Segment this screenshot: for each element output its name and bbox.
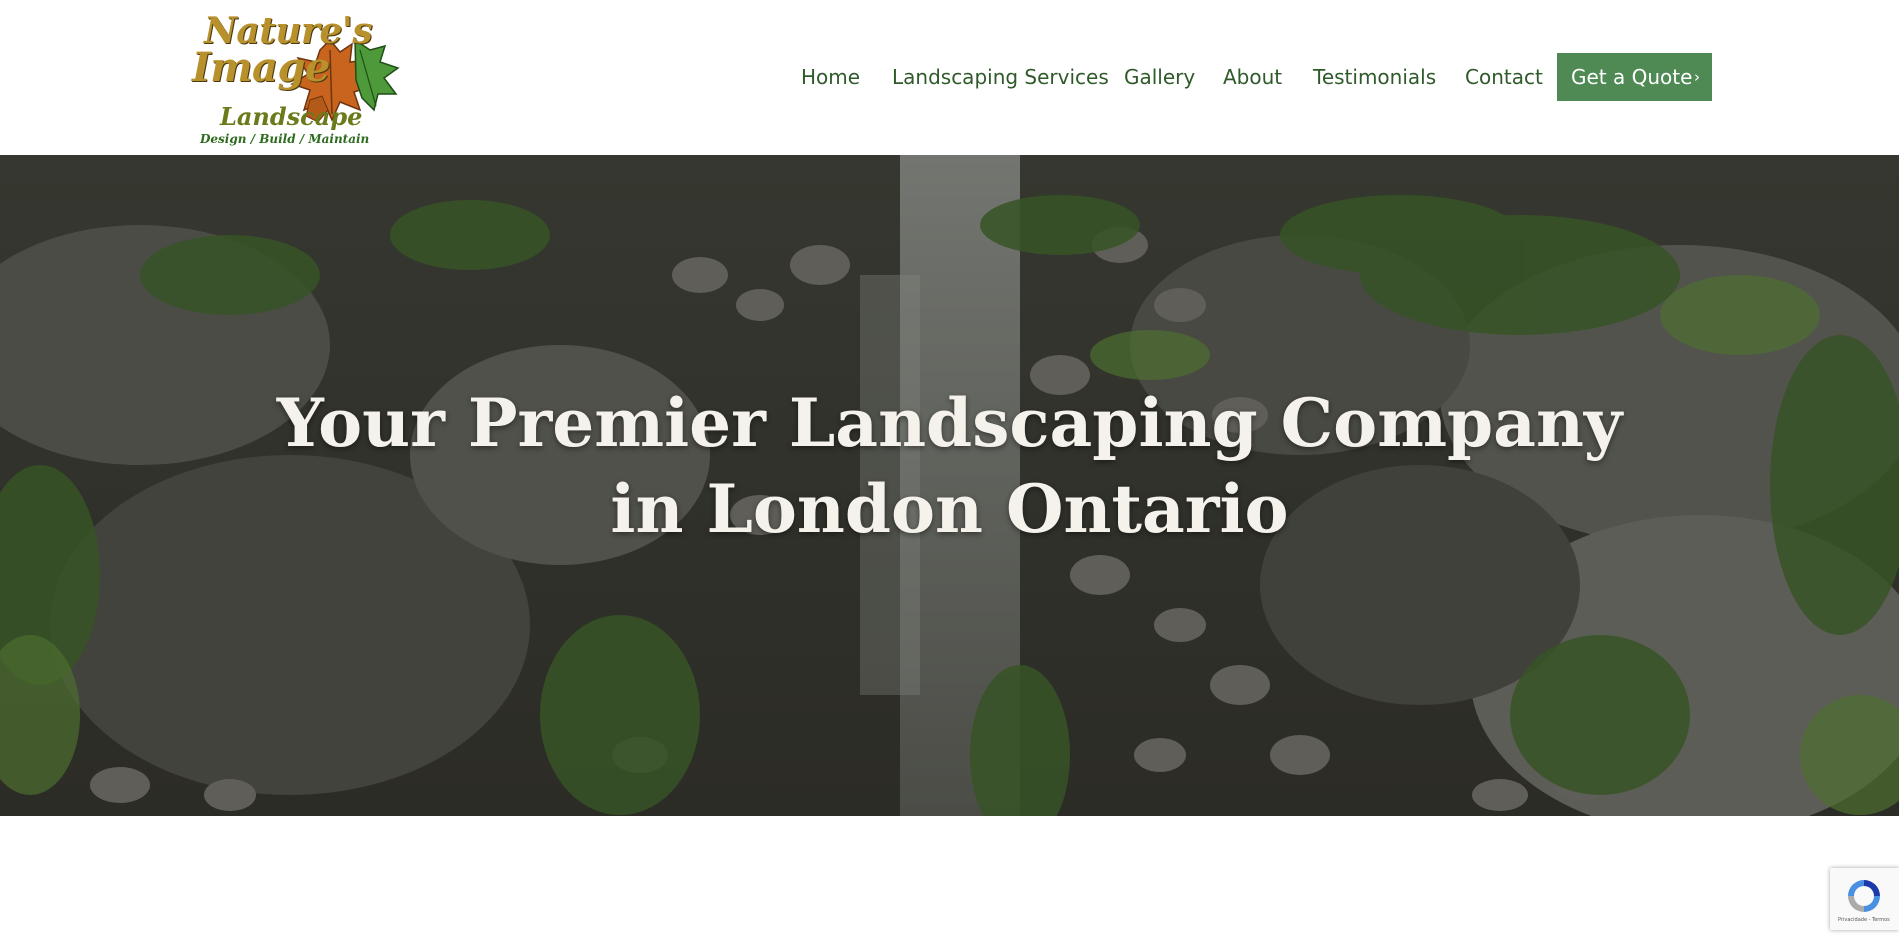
hero-banner: Your Premier Landscaping Company in Lond… — [0, 155, 1899, 816]
nav-item-landscaping-services[interactable]: Landscaping Services — [892, 53, 1109, 101]
recaptcha-badge[interactable]: Privacidade - Termos — [1830, 868, 1899, 930]
get-a-quote-label: Get a Quote — [1571, 65, 1693, 89]
nav-item-home[interactable]: Home — [801, 53, 860, 101]
logo-line3: Landscape — [220, 102, 363, 131]
recaptcha-terms[interactable]: Privacidade - Termos — [1838, 917, 1890, 923]
hero-title-line1: Your Premier Landscaping Company — [276, 384, 1623, 462]
hero-title: Your Premier Landscaping Company in Lond… — [0, 380, 1899, 552]
chevron-right-icon: › — [1694, 68, 1700, 86]
nav-item-about[interactable]: About — [1223, 53, 1282, 101]
site-header: Nature's Image Landscape Design / Build … — [0, 0, 1899, 155]
main-nav: Home Landscaping Services Gallery About … — [0, 53, 1899, 101]
recaptcha-icon — [1848, 880, 1880, 912]
logo-tagline: Design / Build / Maintain — [200, 132, 370, 146]
nav-item-contact[interactable]: Contact — [1465, 53, 1543, 101]
nav-item-gallery[interactable]: Gallery — [1124, 53, 1195, 101]
get-a-quote-button[interactable]: Get a Quote › — [1557, 53, 1712, 101]
hero-title-line2: in London Ontario — [610, 470, 1289, 548]
nav-item-testimonials[interactable]: Testimonials — [1313, 53, 1436, 101]
